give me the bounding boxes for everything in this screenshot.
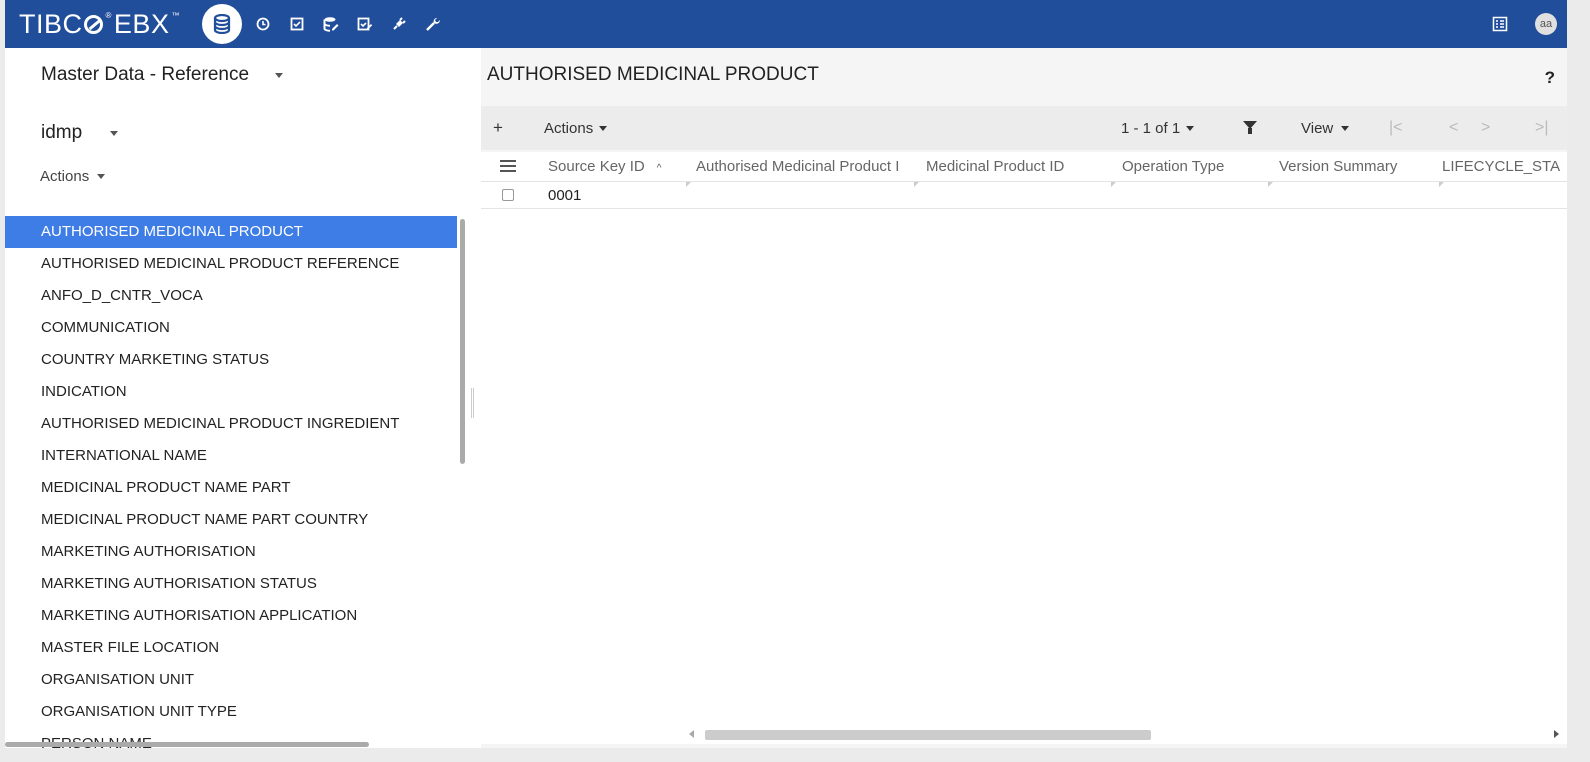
table-list-item[interactable]: ORGANISATION UNIT [5,664,457,696]
navigation-panel: Master Data - Reference idmp Actions AUT… [5,48,471,752]
table-list-item[interactable]: MEDICINAL PRODUCT NAME PART [5,472,457,504]
sort-ascending-icon: ^ [656,163,662,174]
table-actions-menu[interactable]: Actions [544,119,608,137]
previous-page-icon[interactable]: < [1449,119,1458,137]
panel-splitter[interactable] [471,388,474,418]
column-header-source-key-id[interactable]: Source Key ID ^ [548,158,688,175]
chevron-down-icon [110,130,119,136]
table-view-panel: AUTHORISED MEDICINAL PRODUCT ? + Actions… [481,48,1567,748]
main-area: Master Data - Reference idmp Actions AUT… [5,48,1567,752]
dataset-label: idmp [41,122,83,143]
logo-text-left: TIBC [19,8,83,39]
view-menu[interactable]: View [1301,119,1350,137]
table-list-item[interactable]: MARKETING AUTHORISATION [5,536,457,568]
table-list-item[interactable]: ORGANISATION UNIT TYPE [5,696,457,728]
scroll-left-icon[interactable] [689,730,694,738]
actions-label: Actions [544,119,594,137]
caret-down-icon [97,174,106,179]
user-avatar[interactable]: aa [1535,13,1557,35]
table-list-item[interactable]: INDICATION [5,376,457,408]
logo-text-right: EBX [113,8,170,39]
table-list-item[interactable]: AUTHORISED MEDICINAL PRODUCT [5,216,457,248]
column-menu-icon[interactable] [500,160,516,172]
caret-down-icon [599,125,608,131]
column-header-authorised-medicinal-product-id[interactable]: Authorised Medicinal Product I [696,158,921,175]
scrollbar-thumb[interactable] [705,730,1151,740]
logo-o-icon [83,14,103,34]
clock-icon[interactable] [246,7,280,41]
grid-horizontal-scrollbar[interactable] [681,728,1567,740]
table-row[interactable]: 0001 [481,183,1567,209]
table-list-item[interactable]: AUTHORISED MEDICINAL PRODUCT INGREDIENT [5,408,457,440]
table-list-item[interactable]: INTERNATIONAL NAME [5,440,457,472]
data-edit-icon[interactable] [314,7,348,41]
logo-registered-mark: ® [105,10,112,20]
scroll-right-icon[interactable] [1554,730,1559,738]
navigation-actions-menu[interactable]: Actions [40,168,106,185]
list-view-icon[interactable] [1483,7,1517,41]
first-page-icon[interactable]: |< [1389,119,1403,137]
tibco-ebx-logo[interactable]: TIBC ® EBX ™ [19,9,182,40]
table-list-item[interactable]: MARKETING AUTHORISATION APPLICATION [5,600,457,632]
dataset-selector[interactable]: idmp [41,122,119,144]
record-grid: Source Key ID ^ Authorised Medicinal Prod… [481,152,1567,744]
database-icon[interactable] [201,4,242,44]
table-list-item[interactable]: COUNTRY MARKETING STATUS [5,344,457,376]
caret-down-icon [1186,125,1195,131]
last-page-icon[interactable]: >| [1535,119,1549,137]
actions-label: Actions [40,168,90,185]
add-record-button[interactable]: + [493,118,503,138]
column-label: Source Key ID [548,158,645,175]
table-list-item[interactable]: ANFO_D_CNTR_VOCA [5,280,457,312]
table-toolbar: + Actions 1 - 1 of 1 View |< < > >| [481,106,1567,150]
view-label: View [1301,119,1334,137]
help-button[interactable]: ? [1545,68,1555,88]
horizontal-scrollbar[interactable] [5,742,369,747]
table-list-item[interactable]: MASTER FILE LOCATION [5,632,457,664]
checkbox-icon[interactable] [280,7,314,41]
filter-icon[interactable] [1243,121,1257,134]
task-check-icon[interactable] [348,7,382,41]
table-list-item[interactable]: MARKETING AUTHORISATION STATUS [5,568,457,600]
dataspace-label: Master Data - Reference [41,64,250,85]
logo-trademark: ™ [171,10,180,20]
vertical-scrollbar[interactable] [460,219,465,464]
row-select-checkbox[interactable] [502,189,514,201]
next-page-icon[interactable]: > [1481,119,1490,137]
column-header-lifecycle-status[interactable]: LIFECYCLE_STA [1442,158,1567,175]
caret-down-icon [1341,125,1350,131]
cell-source-key-id: 0001 [548,187,582,204]
table-list-item[interactable]: MEDICINAL PRODUCT NAME PART COUNTRY [5,504,457,536]
plug-icon[interactable] [382,7,416,41]
pagination-selector[interactable]: 1 - 1 of 1 [1121,119,1195,137]
perspective-icons [201,4,450,44]
wrench-icon[interactable] [416,7,450,41]
column-header-medicinal-product-id[interactable]: Medicinal Product ID [926,158,1116,175]
chevron-down-icon [275,72,284,78]
grid-header: Source Key ID ^ Authorised Medicinal Prod… [481,152,1567,187]
page-title: AUTHORISED MEDICINAL PRODUCT [487,64,819,85]
column-header-version-summary[interactable]: Version Summary [1279,158,1439,175]
pagination-label: 1 - 1 of 1 [1121,119,1181,137]
table-list-item[interactable]: COMMUNICATION [5,312,457,344]
top-right-tools: aa [1483,7,1567,41]
dataspace-selector[interactable]: Master Data - Reference [41,64,284,86]
top-bar: TIBC ® EBX ™ aa [5,0,1567,48]
column-header-operation-type[interactable]: Operation Type [1122,158,1272,175]
table-list: AUTHORISED MEDICINAL PRODUCT AUTHORISED M… [5,216,457,760]
table-list-item[interactable]: AUTHORISED MEDICINAL PRODUCT REFERENCE [5,248,457,280]
